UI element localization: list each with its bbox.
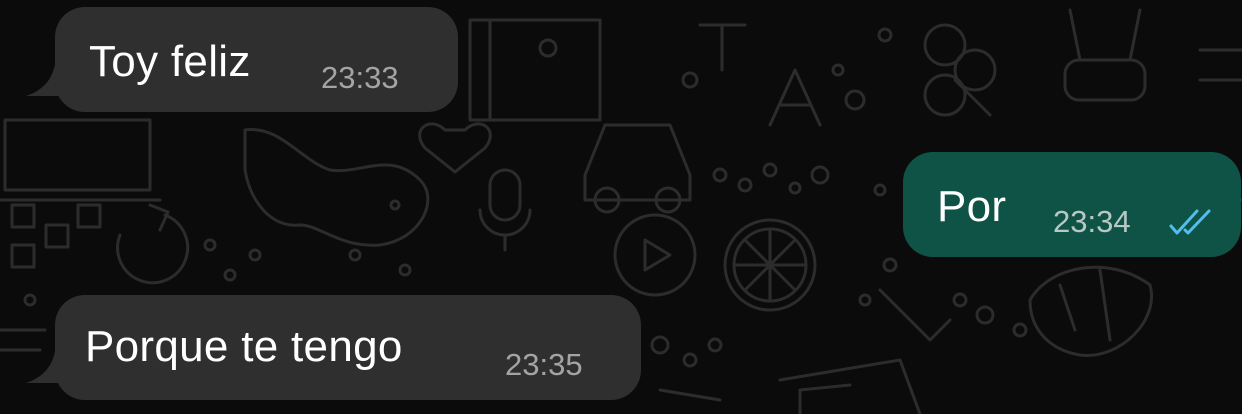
message-bubble-incoming[interactable]: Porque te tengo 23:35 (55, 295, 641, 400)
double-check-icon (1169, 209, 1211, 235)
chat-area[interactable]: Toy feliz 23:33 Por 23:34 Porque te teng… (0, 0, 1242, 414)
message-text: Porque te tengo (85, 322, 403, 371)
message-bubble-incoming[interactable]: Toy feliz 23:33 (55, 7, 458, 112)
message-text: Por (937, 182, 1007, 231)
message-timestamp: 23:35 (505, 347, 583, 382)
message-text: Toy feliz (89, 37, 251, 86)
message-timestamp: 23:33 (321, 60, 399, 95)
message-timestamp: 23:34 (1053, 204, 1131, 239)
message-bubble-outgoing[interactable]: Por 23:34 (903, 152, 1241, 257)
